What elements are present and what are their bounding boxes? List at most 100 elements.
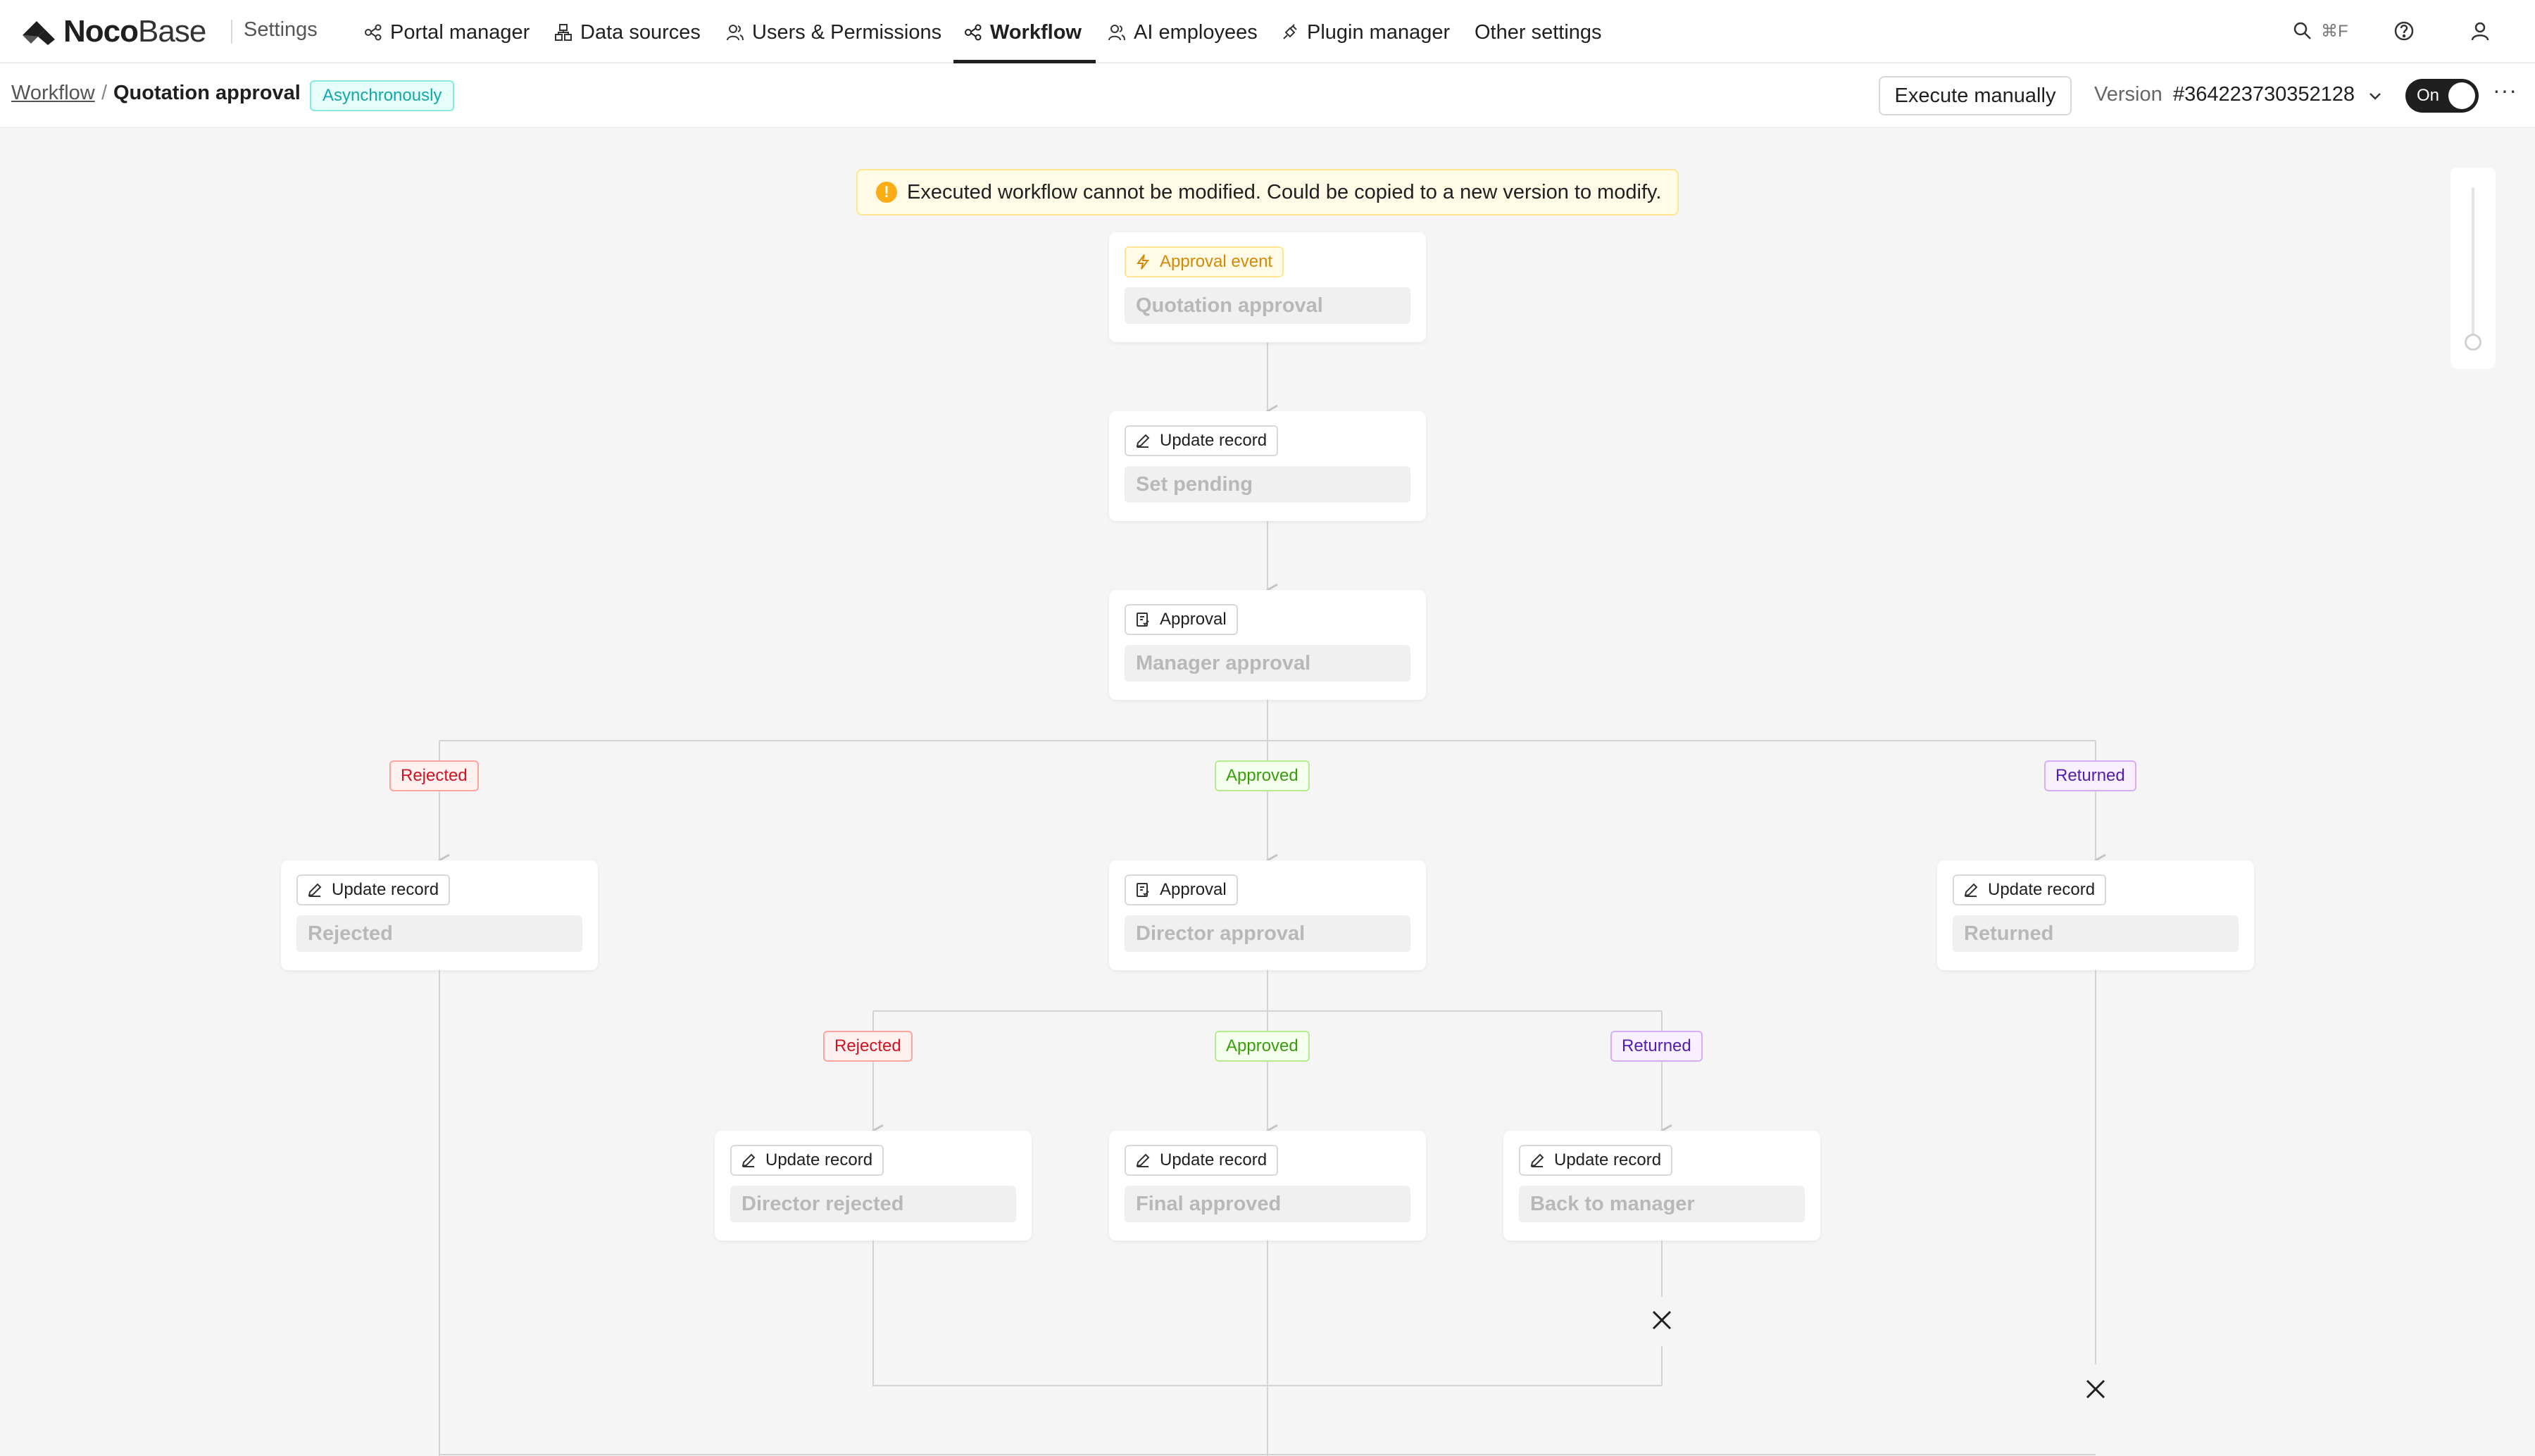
node-title: Back to manager [1519,1186,1805,1222]
breadcrumb-workflow[interactable]: Workflow [11,82,95,105]
read-only-alert: ! Executed workflow cannot be modified. … [856,169,1679,215]
search-shortcut: ⌘F [2321,22,2348,41]
node-type-tag: Update record [296,874,451,905]
end-icon [1652,1310,1672,1330]
execute-manually-button[interactable]: Execute manually [1879,76,2072,115]
node-director-approval[interactable]: Approval Director approval [1109,860,1426,970]
plugin-icon [1283,24,1297,39]
branch-label-approved: Approved [1215,760,1310,791]
version-select[interactable]: #364223730352128 [2173,83,2355,106]
help-icon[interactable] [2393,20,2415,42]
node-type-label: Approval event [1160,252,1273,271]
logo-text-light: Base [138,14,206,49]
top-navigation: NocoBase Settings Portal manager Data so… [0,0,2535,63]
node-type-tag: Approval event [1125,246,1284,277]
edit-icon [1964,883,1978,897]
end-icon [2086,1379,2105,1399]
node-type-tag: Update record [1519,1145,1673,1176]
nav-label: Workflow [990,20,1082,44]
node-type-label: Update record [765,1150,873,1169]
node-type-label: Update record [1554,1150,1662,1169]
branch-label-returned: Returned [2044,760,2136,791]
logo-text-bold: Noco [63,14,139,49]
node-manager-returned[interactable]: Update record Returned [1937,860,2254,970]
page-title: Quotation approval [113,82,301,104]
portal-icon [365,24,382,41]
node-final-approved[interactable]: Update record Final approved [1109,1131,1426,1241]
database-icon [555,24,572,41]
edit-icon [1136,434,1150,448]
nav-label: Plugin manager [1307,20,1451,44]
workflow-enabled-toggle[interactable]: On [2405,79,2479,113]
node-type-tag: Approval [1125,874,1238,905]
node-set-pending[interactable]: Update record Set pending [1109,411,1426,521]
warning-icon: ! [876,182,897,203]
zoom-handle[interactable] [2465,334,2481,351]
nav-plugin-manager[interactable]: Plugin manager [1280,18,1450,46]
more-actions-icon[interactable]: ··· [2493,77,2517,103]
nav-other-settings[interactable]: Other settings [1475,18,1602,46]
node-title: Quotation approval [1125,287,1410,324]
node-title: Manager approval [1125,645,1410,682]
zoom-slider[interactable] [2450,168,2496,369]
branch-label-returned: Returned [1610,1031,1703,1062]
node-back-to-manager[interactable]: Update record Back to manager [1503,1131,1820,1241]
nav-label: Portal manager [390,20,530,44]
nav-ai-employees[interactable]: AI employees [1107,18,1258,46]
node-type-tag: Update record [1953,874,2107,905]
node-director-rejected[interactable]: Update record Director rejected [715,1131,1032,1241]
nav-label: Other settings [1475,20,1602,44]
node-type-label: Update record [332,880,439,899]
lightning-icon [1137,254,1149,270]
breadcrumb-separator: / [101,82,108,104]
toggle-label: On [2417,86,2440,105]
node-manager-rejected[interactable]: Update record Rejected [281,860,598,970]
branch-label-rejected: Rejected [389,760,479,791]
edit-icon [308,883,322,897]
logo-divider [231,20,232,44]
node-type-label: Update record [1160,1150,1268,1169]
approval-icon [1137,613,1149,627]
user-icon[interactable] [2469,20,2491,42]
nav-workflow[interactable]: Workflow [963,18,1082,46]
logo-icon [23,21,55,45]
node-type-tag: Update record [1125,1145,1279,1176]
search-icon[interactable] [2291,20,2314,42]
toggle-knob [2448,82,2475,109]
node-title: Rejected [296,915,582,952]
branch-label-rejected: Rejected [823,1031,913,1062]
zoom-track [2472,187,2474,341]
version-label: Version [2094,83,2162,106]
nav-users-permissions[interactable]: Users & Permissions [725,18,941,46]
edit-icon [741,1153,756,1167]
nav-data-sources[interactable]: Data sources [553,18,701,46]
workflow-canvas[interactable]: ! Executed workflow cannot be modified. … [0,128,2535,1456]
chevron-down-icon[interactable] [2367,89,2383,104]
nocobase-logo[interactable]: NocoBase [21,14,206,49]
branch-label-approved: Approved [1215,1031,1310,1062]
nav-label: Users & Permissions [752,20,942,44]
node-type-label: Update record [1160,431,1268,450]
workflow-header: Workflow / Quotation approval Asynchrono… [0,63,2535,128]
node-type-tag: Approval [1125,604,1238,635]
alert-text: Executed workflow cannot be modified. Co… [907,180,1662,203]
edit-icon [1530,1153,1544,1167]
node-type-label: Approval [1160,880,1227,899]
node-type-tag: Update record [1125,425,1279,456]
edit-icon [1136,1153,1150,1167]
nav-label: Data sources [580,20,701,44]
workflow-icon [965,24,982,41]
nav-label: AI employees [1134,20,1258,44]
ai-employee-icon [1108,25,1125,41]
node-manager-approval[interactable]: Approval Manager approval [1109,590,1426,700]
node-type-label: Update record [1988,880,2096,899]
node-trigger[interactable]: Approval event Quotation approval [1109,232,1426,342]
node-title: Final approved [1125,1186,1410,1222]
execution-mode-tag: Asynchronously [310,80,455,111]
settings-label: Settings [244,18,318,41]
node-type-tag: Update record [730,1145,884,1176]
node-title: Returned [1953,915,2239,952]
node-title: Director rejected [730,1186,1016,1222]
nav-portal-manager[interactable]: Portal manager [363,18,530,46]
node-type-label: Approval [1160,610,1227,629]
